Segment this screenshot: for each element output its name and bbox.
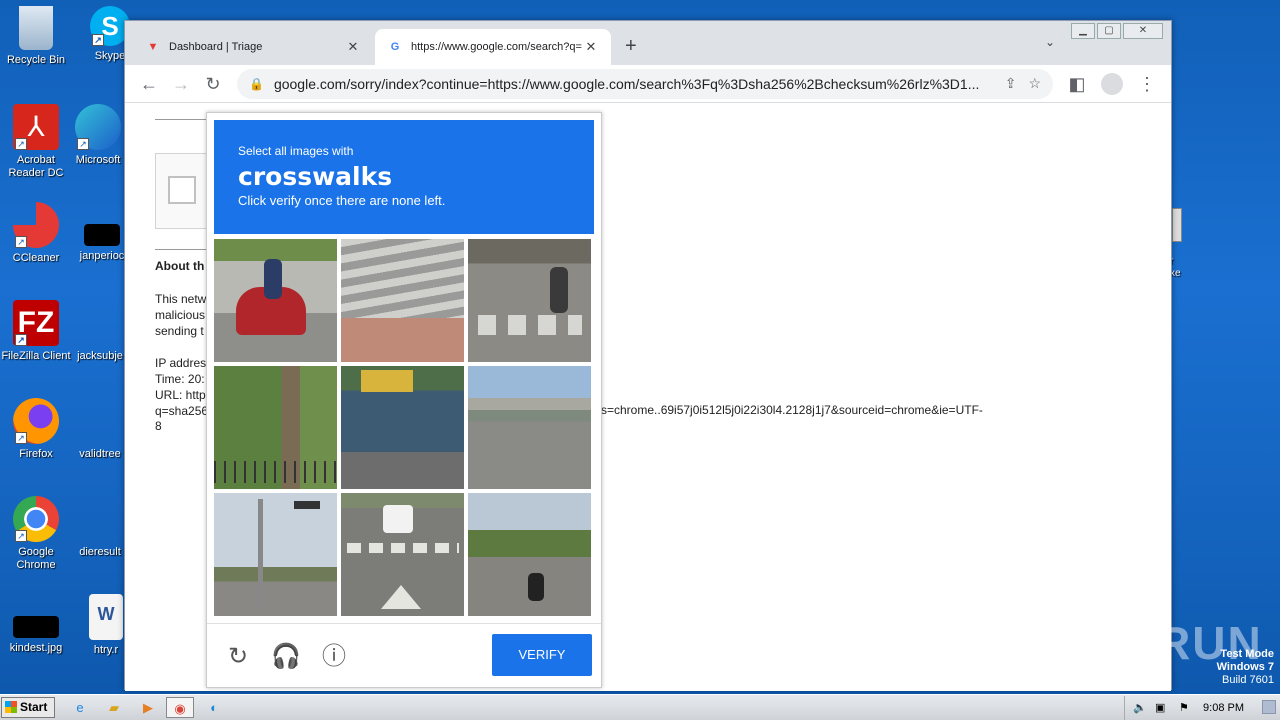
filezilla-icon: FZ ↗ <box>13 300 59 346</box>
scooter-riders <box>528 573 544 601</box>
challenge-header: Select all images with crosswalks Click … <box>214 120 594 234</box>
desktop-icon-recycle-bin[interactable]: Recycle Bin <box>0 6 72 67</box>
edge-taskbar-icon[interactable]: ◐ <box>200 697 228 718</box>
new-tab-button[interactable]: + <box>625 35 637 58</box>
image-tile[interactable] <box>214 366 337 489</box>
url-text[interactable]: google.com/sorry/index?continue=https://… <box>274 76 993 92</box>
blank-file-icon <box>77 300 123 346</box>
profile-avatar-icon[interactable] <box>1101 72 1123 95</box>
ie-taskbar-icon[interactable]: e <box>66 697 94 718</box>
acrobat-icon: ⅄ ↗ <box>13 104 59 150</box>
image-tile[interactable] <box>468 493 591 616</box>
traffic-light <box>294 501 320 509</box>
image-tile[interactable] <box>214 493 337 616</box>
desktop-icon-firefox[interactable]: ↗ Firefox <box>0 398 72 461</box>
image-tile[interactable] <box>468 366 591 489</box>
taskbar: Start e ▰ ▶ ◉ ◐ 🔈 ▣ ⚑ 9:08 PM <box>0 694 1280 720</box>
image-tile[interactable] <box>468 239 591 362</box>
share-icon[interactable]: ⇪ <box>1005 75 1017 92</box>
image-file-icon <box>13 616 59 638</box>
shop-sign-shape <box>361 370 413 392</box>
ccleaner-icon: ↗ <box>13 202 59 248</box>
bookmark-star-icon[interactable]: ☆ <box>1028 75 1041 92</box>
rider-shape <box>264 259 282 299</box>
cyclist-shape <box>550 267 568 313</box>
chrome-icon: ↗ <box>13 496 59 542</box>
request-url-tail: s=chrome..69i57j0i512l5j0i22i30l4.2128j1… <box>601 403 983 417</box>
blank-file-icon <box>77 496 123 542</box>
side-panel-icon[interactable]: ◧ <box>1061 68 1093 100</box>
image-tile[interactable] <box>214 239 337 362</box>
browser-toolbar: ← → ↻ 🔒 google.com/sorry/index?continue=… <box>125 65 1171 103</box>
crosswalk-stripes <box>478 315 582 335</box>
minimize-button[interactable]: ▁ <box>1071 23 1095 39</box>
challenge-hint: Click verify once there are none left. <box>238 193 446 208</box>
triage-favicon-icon: ▼ <box>147 41 159 53</box>
chrome-taskbar-icon[interactable]: ◉ <box>166 697 194 718</box>
forward-arrow-icon[interactable]: → <box>165 68 197 100</box>
word-doc-icon: W <box>89 594 123 640</box>
tab-google-search[interactable]: G https://www.google.com/search?q= ✕ <box>375 29 611 65</box>
close-tab-icon[interactable]: ✕ <box>345 39 361 55</box>
reload-icon[interactable]: ↻ <box>197 68 229 100</box>
system-tray: 🔈 ▣ ⚑ 9:08 PM <box>1124 696 1280 720</box>
image-tile[interactable] <box>341 366 464 489</box>
recaptcha-challenge: Select all images with crosswalks Click … <box>206 112 602 688</box>
desktop-scroll-grip <box>1172 208 1182 242</box>
challenge-instruction: Select all images with <box>238 144 354 158</box>
clock[interactable]: 9:08 PM <box>1203 696 1244 720</box>
overpass-shape <box>468 398 591 410</box>
tab-strip: ▼ Dashboard | Triage ✕ G https://www.goo… <box>125 21 1171 65</box>
window-controls: ▁ ▢ ✕ <box>1071 23 1163 39</box>
traffic-light-pole <box>258 499 263 609</box>
blank-file-icon <box>77 398 123 444</box>
recaptcha-checkbox[interactable] <box>168 176 196 204</box>
image-tile[interactable] <box>341 493 464 616</box>
request-url-tail-end: 8 <box>155 419 162 433</box>
firefox-icon: ↗ <box>13 398 59 444</box>
action-center-flag-icon[interactable]: ⚑ <box>1179 696 1189 720</box>
tab-dashboard-triage[interactable]: ▼ Dashboard | Triage ✕ <box>133 29 373 65</box>
start-button[interactable]: Start <box>1 697 55 718</box>
about-heading: About th <box>155 259 205 273</box>
edge-icon: ↗ <box>75 104 121 150</box>
image-grid <box>214 239 594 619</box>
network-icon[interactable]: ▣ <box>1155 696 1165 720</box>
audio-challenge-headphones-icon[interactable]: 🎧 <box>271 642 301 672</box>
windows-logo-icon <box>5 701 17 713</box>
maximize-button[interactable]: ▢ <box>1097 23 1121 39</box>
arrow-marking <box>381 585 421 609</box>
desktop-icon-filezilla[interactable]: FZ ↗ FileZilla Client <box>0 300 72 363</box>
car-shape <box>383 505 413 533</box>
challenge-footer: ↻ 🎧 ⓘ VERIFY <box>207 623 601 687</box>
curb-shape <box>341 318 464 362</box>
tab-search-chevron-down-icon[interactable]: ⌄ <box>1045 35 1055 49</box>
verify-button[interactable]: VERIFY <box>492 634 592 676</box>
challenge-target: crosswalks <box>238 162 393 191</box>
google-favicon-icon: G <box>390 41 400 53</box>
close-window-button[interactable]: ✕ <box>1123 23 1163 39</box>
recycle-bin-icon <box>19 6 53 50</box>
address-bar[interactable]: 🔒 google.com/sorry/index?continue=https:… <box>237 68 1053 99</box>
desktop-icon-chrome[interactable]: ↗ Google Chrome <box>0 496 72 572</box>
road-marking-stripes <box>347 543 459 553</box>
desktop-icon-ccleaner[interactable]: ↗ CCleaner <box>0 202 72 265</box>
blank-file-icon <box>84 224 120 246</box>
menu-kebab-icon[interactable]: ⋮ <box>1131 68 1163 100</box>
fence-shape <box>214 461 337 483</box>
volume-icon[interactable]: 🔈 <box>1133 696 1147 720</box>
reload-challenge-icon[interactable]: ↻ <box>223 642 253 672</box>
lock-icon[interactable]: 🔒 <box>249 77 264 91</box>
back-arrow-icon[interactable]: ← <box>133 68 165 100</box>
close-tab-icon[interactable]: ✕ <box>583 39 599 55</box>
desktop-icon-kindest[interactable]: kindest.jpg <box>0 594 72 655</box>
show-desktop-button[interactable] <box>1262 700 1276 714</box>
media-player-icon[interactable]: ▶ <box>134 697 162 718</box>
info-icon[interactable]: ⓘ <box>319 642 349 672</box>
test-mode-notice: Test Mode Windows 7 Build 7601 <box>1216 648 1274 686</box>
explorer-folder-icon[interactable]: ▰ <box>100 697 128 718</box>
image-tile[interactable] <box>341 239 464 362</box>
